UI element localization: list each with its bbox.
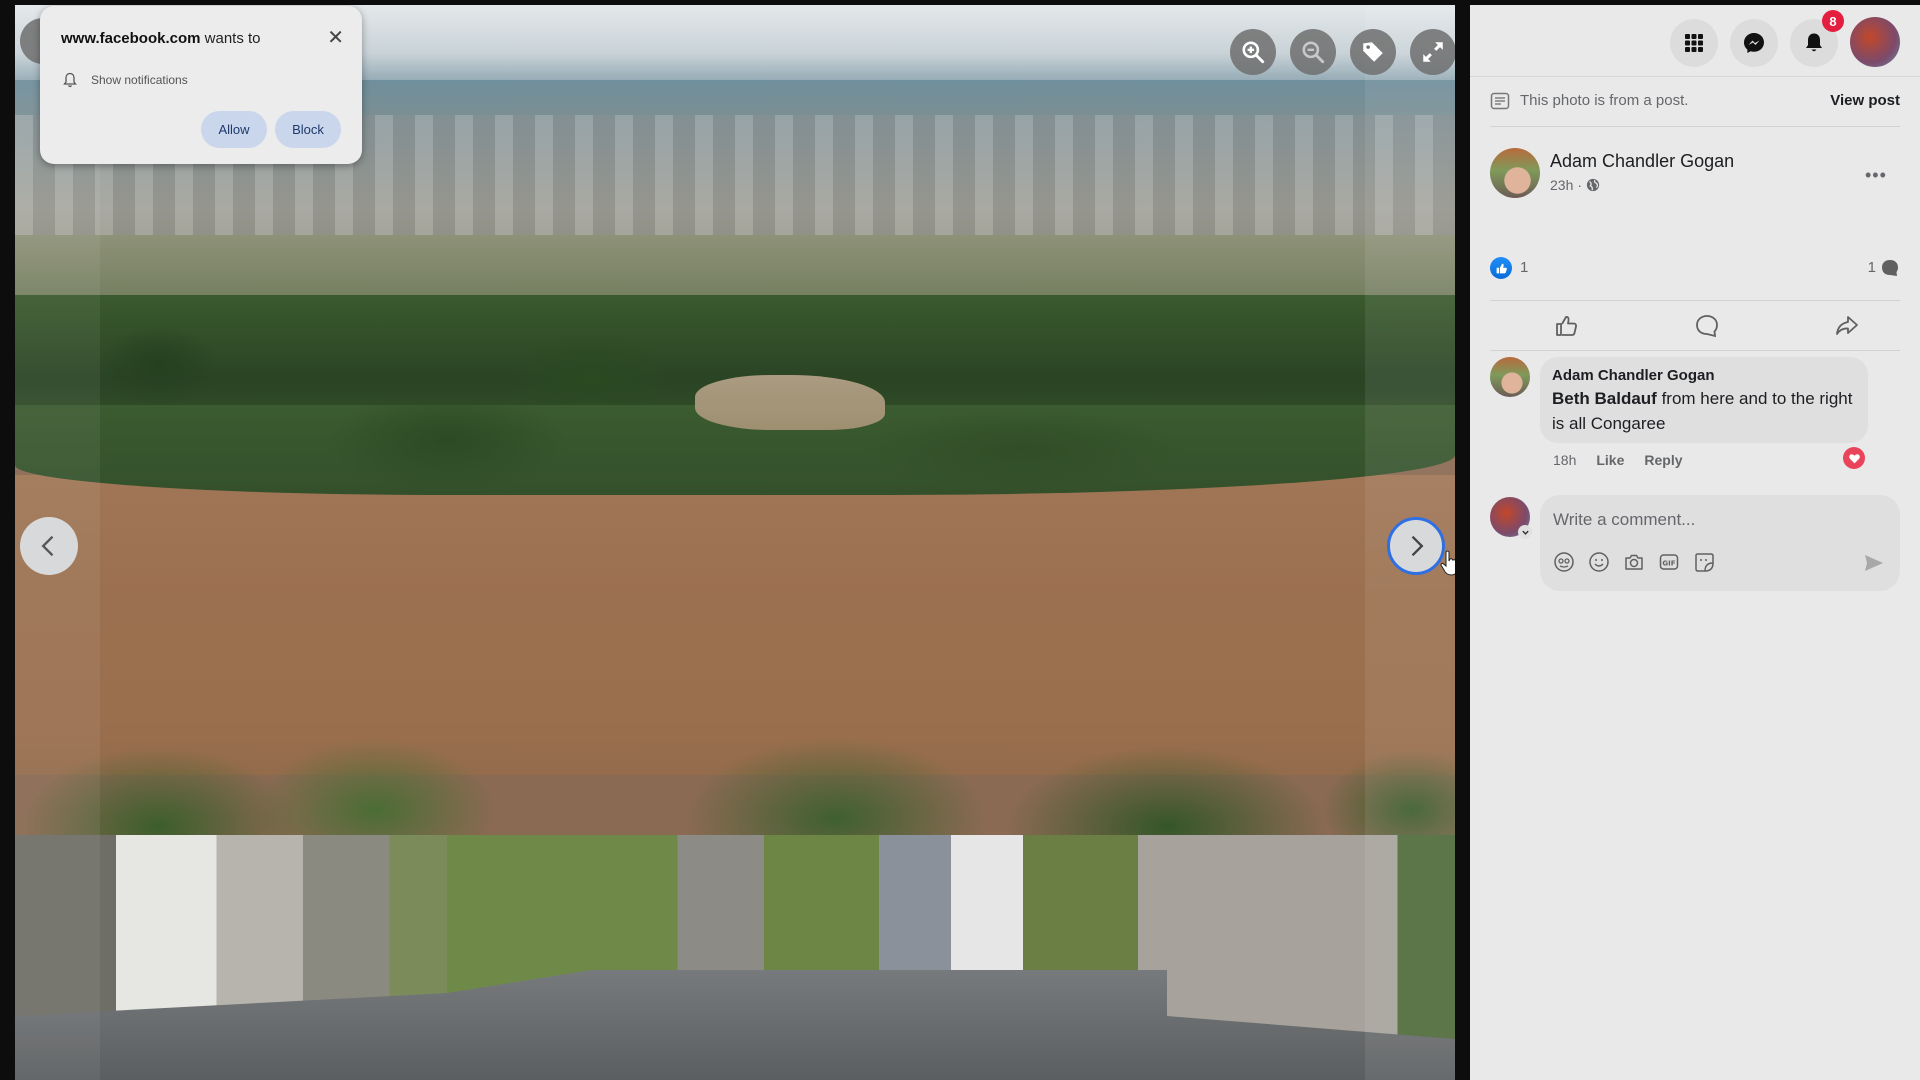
zoom-in-icon — [1242, 41, 1265, 64]
prompt-permission-label: Show notifications — [91, 73, 188, 87]
camera-icon — [1625, 554, 1643, 570]
like-reaction-icon[interactable] — [1490, 257, 1512, 279]
comment-count[interactable]: 1 — [1868, 257, 1900, 279]
photo-flood-pool — [695, 375, 885, 430]
prompt-close-button[interactable]: ✕ — [327, 28, 344, 48]
send-icon[interactable] — [1862, 551, 1886, 575]
gif-icon: GIF — [1659, 554, 1679, 570]
comment-reply-button[interactable]: Reply — [1644, 452, 1682, 468]
post-source-text: This photo is from a post. — [1520, 92, 1689, 109]
view-post-link[interactable]: View post — [1830, 91, 1900, 111]
comment-bubble-filled-icon — [1882, 260, 1898, 276]
prompt-wants-to: wants to — [204, 30, 261, 47]
reactions-summary: 1 1 — [1490, 257, 1900, 301]
fullscreen-icon — [1423, 42, 1443, 62]
share-button[interactable] — [1832, 311, 1862, 341]
comment-icon — [1696, 315, 1718, 338]
comment-time[interactable]: 18h — [1553, 452, 1576, 468]
comment: Adam Chandler Gogan Beth Baldauf from he… — [1540, 357, 1868, 443]
post-options-button[interactable]: ••• — [1865, 165, 1887, 186]
avatar-icon — [1554, 552, 1574, 572]
share-icon — [1836, 316, 1858, 335]
comment-input[interactable] — [1540, 495, 1900, 545]
comment-button[interactable] — [1692, 311, 1722, 341]
previous-photo-button[interactable] — [20, 517, 78, 575]
post-actions — [1490, 301, 1900, 351]
bell-icon — [1806, 33, 1822, 52]
comment-composer: GIF — [1540, 495, 1900, 591]
sticker-button[interactable] — [1692, 550, 1716, 574]
thumbs-up-icon — [1556, 316, 1577, 336]
commenter-avatar[interactable] — [1490, 357, 1530, 397]
fullscreen-button[interactable] — [1410, 29, 1455, 75]
sticker-icon — [1695, 553, 1714, 572]
avatar-sticker-button[interactable] — [1552, 550, 1576, 574]
notification-permission-prompt: www.facebook.com wants to ✕ Show notific… — [40, 6, 362, 164]
comment-actions: 18h Like Reply — [1553, 452, 1683, 468]
author-avatar[interactable] — [1490, 148, 1540, 198]
prompt-site: www.facebook.com — [61, 30, 201, 47]
zoom-out-icon — [1302, 41, 1325, 64]
comment-mention[interactable]: Beth Baldauf — [1552, 389, 1657, 408]
photo-viewer — [15, 5, 1455, 1080]
post-side-panel: 8 This photo is from a post. View post A… — [1470, 5, 1920, 1080]
author-name[interactable]: Adam Chandler Gogan — [1550, 151, 1734, 172]
globe-icon — [1586, 178, 1600, 192]
comment-reaction[interactable] — [1843, 447, 1865, 469]
chevron-right-icon — [1411, 535, 1424, 557]
messenger-icon — [1744, 33, 1764, 53]
post-meta: 23h · — [1550, 177, 1600, 193]
messenger-button[interactable] — [1730, 19, 1778, 67]
svg-text:GIF: GIF — [1662, 560, 1675, 568]
thumbs-up-filled-icon — [1496, 263, 1507, 273]
heart-icon — [1848, 453, 1860, 463]
zoom-out-button[interactable] — [1290, 29, 1336, 75]
reaction-count[interactable]: 1 — [1520, 257, 1528, 279]
commenter-name[interactable]: Adam Chandler Gogan — [1552, 367, 1856, 384]
bell-outline-icon — [63, 72, 77, 88]
profile-switch[interactable] — [1518, 525, 1532, 539]
meta-separator: · — [1577, 177, 1583, 193]
prompt-title: www.facebook.com wants to — [61, 30, 261, 47]
prompt-permission-row: Show notifications — [63, 72, 188, 88]
post-time[interactable]: 23h — [1550, 177, 1573, 193]
tag-icon — [1363, 42, 1383, 62]
menu-grid-icon — [1685, 34, 1703, 52]
chevron-left-icon — [41, 535, 54, 557]
comment-text: Beth Baldauf from here and to the right … — [1552, 386, 1856, 436]
zoom-in-button[interactable] — [1230, 29, 1276, 75]
gif-button[interactable]: GIF — [1657, 550, 1681, 574]
profile-avatar-button[interactable] — [1850, 17, 1900, 67]
comment-like-button[interactable]: Like — [1596, 452, 1624, 468]
notification-count-badge: 8 — [1822, 10, 1844, 32]
tag-photo-button[interactable] — [1350, 29, 1396, 75]
post-source-row: This photo is from a post. View post — [1490, 91, 1900, 127]
emoji-button[interactable] — [1587, 550, 1611, 574]
hand-cursor-icon — [1440, 550, 1455, 576]
next-photo-button[interactable] — [1387, 517, 1445, 575]
chevron-down-icon — [1521, 530, 1529, 535]
comment-count-number: 1 — [1867, 259, 1876, 276]
menu-button[interactable] — [1670, 19, 1718, 67]
like-button[interactable] — [1552, 311, 1582, 341]
allow-button[interactable]: Allow — [201, 111, 267, 148]
post-document-icon — [1490, 92, 1510, 110]
block-button[interactable]: Block — [275, 111, 341, 148]
photo-button[interactable] — [1622, 550, 1646, 574]
emoji-icon — [1589, 552, 1609, 572]
top-header: 8 — [1470, 5, 1920, 77]
